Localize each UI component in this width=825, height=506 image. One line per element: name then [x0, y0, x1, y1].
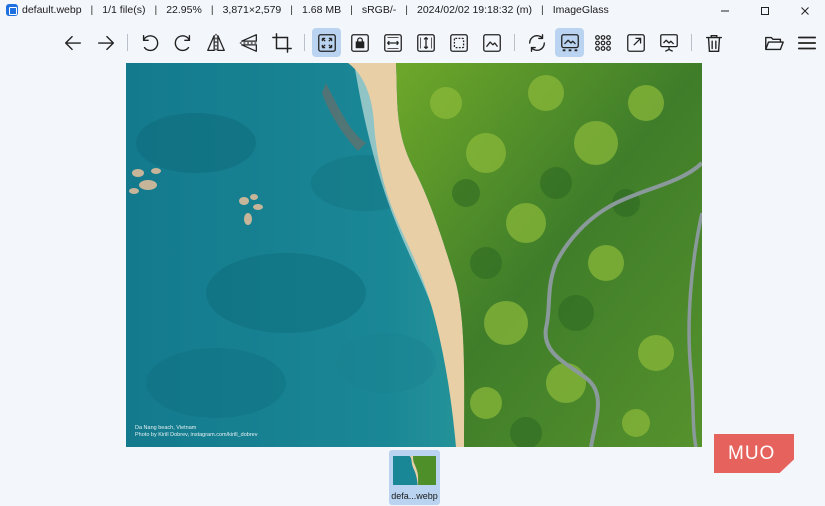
zoom-level: 22.95% — [166, 4, 202, 16]
toolbar-separator — [304, 34, 305, 51]
arrow-left-icon — [64, 35, 81, 50]
scale-to-fit-icon — [449, 33, 468, 52]
arrow-right-icon — [97, 35, 114, 50]
maximize-icon — [761, 7, 769, 15]
scale-to-height-icon — [416, 33, 435, 52]
minimize-button[interactable] — [705, 0, 745, 22]
toolbar-separator — [127, 34, 128, 51]
slideshow-button[interactable] — [654, 28, 683, 57]
thumbnail-label: defa...webp — [391, 491, 438, 501]
scale-to-fill-button[interactable] — [477, 28, 506, 57]
rotate-right-button[interactable] — [168, 28, 197, 57]
open-folder-button[interactable] — [759, 28, 788, 57]
refresh-button[interactable] — [522, 28, 551, 57]
delete-icon — [705, 34, 722, 52]
gallery-grid-icon — [594, 34, 611, 51]
rotate-left-icon — [142, 34, 158, 51]
refresh-icon — [528, 33, 545, 52]
app-name: ImageGlass — [552, 4, 609, 16]
separator: | — [540, 4, 544, 16]
next-image-button[interactable] — [91, 28, 120, 57]
aerial-beach-photo — [126, 63, 702, 447]
auto-zoom-icon — [317, 33, 336, 52]
slideshow-icon — [659, 33, 678, 52]
separator: | — [290, 4, 293, 16]
open-folder-icon — [764, 36, 784, 50]
thumbnail-preview — [393, 456, 436, 485]
caption-credit: Photo by Kirill Dobrev, instagram.com/ki… — [135, 432, 258, 438]
file-size: 1.68 MB — [301, 4, 342, 16]
toolbar-separator — [514, 34, 515, 51]
thumbnail-strip: defa...webp — [0, 448, 825, 506]
minimize-icon — [721, 10, 729, 12]
rotate-left-button[interactable] — [135, 28, 164, 57]
close-icon — [801, 7, 809, 15]
scale-to-height-button[interactable] — [411, 28, 440, 57]
file-name: default.webp — [22, 4, 82, 16]
flip-vertical-icon — [239, 33, 258, 52]
image-dimensions: 3,871×2,579 — [222, 4, 282, 16]
crop-button[interactable] — [267, 28, 296, 57]
separator: | — [210, 4, 214, 16]
separator: | — [405, 4, 408, 16]
window-controls — [705, 0, 825, 22]
previous-image-button[interactable] — [58, 28, 87, 57]
watermark-text: MUO — [728, 442, 776, 464]
thumbnail-item[interactable]: defa...webp — [389, 450, 440, 505]
close-button[interactable] — [785, 0, 825, 22]
flip-vertical-button[interactable] — [234, 28, 263, 57]
main-menu-button[interactable] — [792, 28, 821, 57]
thumbnail-image — [393, 456, 436, 485]
modified-date: 2024/02/02 19:18:32 (m) — [416, 4, 532, 16]
rotate-right-icon — [174, 34, 190, 51]
auto-zoom-button[interactable] — [312, 28, 341, 57]
scale-to-fill-icon — [482, 33, 501, 52]
flip-horizontal-button[interactable] — [201, 28, 230, 57]
title-bar: default.webp | 1/1 file(s) | 22.95% | 3,… — [0, 0, 825, 22]
delete-button[interactable] — [699, 28, 728, 57]
color-profile: sRGB/- — [361, 4, 397, 16]
separator: | — [350, 4, 353, 16]
lock-zoom-icon — [350, 33, 369, 52]
flip-horizontal-icon — [206, 33, 225, 52]
thumbnail-bar-icon — [560, 33, 579, 51]
lock-zoom-button[interactable] — [345, 28, 374, 57]
caption-location: Da Nang beach, Vietnam — [135, 425, 197, 431]
fullscreen-icon — [626, 33, 645, 52]
crop-icon — [271, 32, 292, 53]
imageglass-app-icon — [6, 4, 18, 16]
photo-caption: Da Nang beach, Vietnam Photo by Kirill D… — [135, 425, 257, 439]
title-info: default.webp | 1/1 file(s) | 22.95% | 3,… — [22, 4, 609, 16]
scale-to-width-button[interactable] — [378, 28, 407, 57]
file-count: 1/1 file(s) — [102, 4, 146, 16]
toolbar-separator — [691, 34, 692, 51]
menu-icon — [797, 36, 816, 49]
scale-to-width-icon — [383, 33, 402, 52]
muo-watermark-logo: MUO — [714, 434, 794, 473]
thumbnail-bar-button[interactable] — [555, 28, 584, 57]
fullscreen-button[interactable] — [621, 28, 650, 57]
gallery-grid-button[interactable] — [588, 28, 617, 57]
image-viewer[interactable]: Da Nang beach, Vietnam Photo by Kirill D… — [126, 63, 702, 447]
scale-to-fit-button[interactable] — [444, 28, 473, 57]
separator: | — [154, 4, 158, 16]
separator: | — [90, 4, 94, 16]
maximize-button[interactable] — [745, 0, 785, 22]
toolbar — [0, 26, 825, 60]
